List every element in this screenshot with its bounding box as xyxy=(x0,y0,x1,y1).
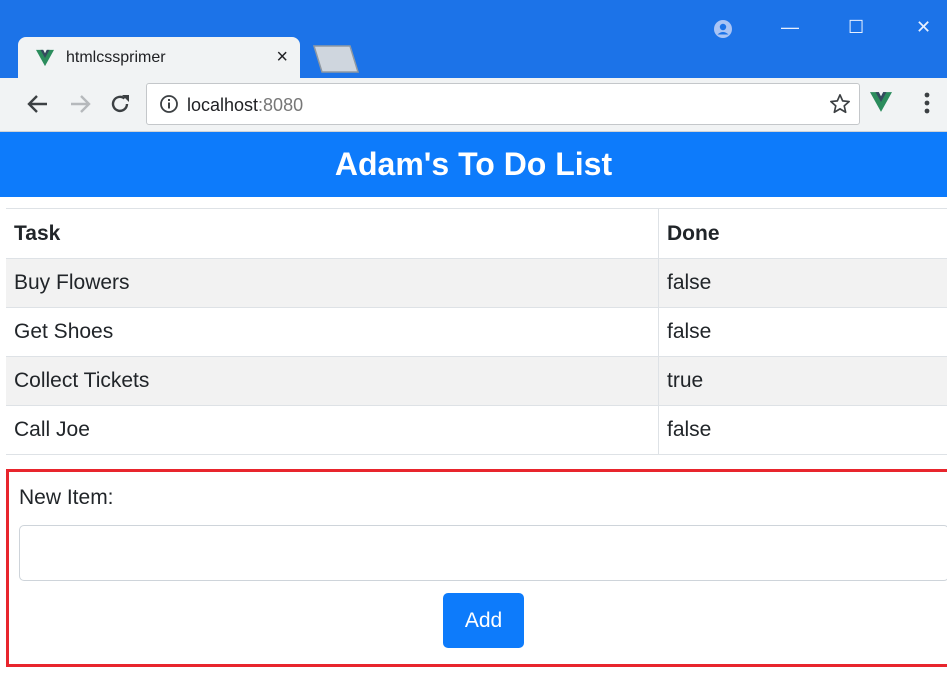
page-title: Adam's To Do List xyxy=(0,132,947,197)
tab-close-icon[interactable]: × xyxy=(276,47,288,67)
address-bar[interactable]: localhost:8080 xyxy=(146,83,860,125)
back-button[interactable] xyxy=(24,90,52,118)
task-cell: Get Shoes xyxy=(6,307,659,357)
forward-button[interactable] xyxy=(66,90,94,118)
table-row: Buy Flowers false xyxy=(6,258,947,308)
reload-button[interactable] xyxy=(106,90,134,118)
browser-tab[interactable]: htmlcssprimer × xyxy=(18,37,300,78)
back-arrow-icon xyxy=(27,95,47,113)
vue-favicon-icon xyxy=(36,49,54,66)
title-bar: htmlcssprimer × — ☐ ✕ xyxy=(0,0,947,78)
browser-toolbar: localhost:8080 xyxy=(0,78,947,132)
tab-title: htmlcssprimer xyxy=(66,48,166,66)
new-tab-button[interactable] xyxy=(312,45,360,73)
reload-icon xyxy=(111,95,129,113)
maximize-icon[interactable]: ☐ xyxy=(848,18,864,36)
task-cell: Collect Tickets xyxy=(6,356,659,406)
done-cell: true xyxy=(658,356,947,406)
new-item-label: New Item: xyxy=(19,486,114,509)
star-icon[interactable] xyxy=(829,93,851,115)
table-row: Call Joe false xyxy=(6,405,947,455)
minimize-icon[interactable]: — xyxy=(781,18,799,36)
table-header-row: Task Done xyxy=(6,208,947,259)
todo-table: Task Done Buy Flowers false Get Shoes fa… xyxy=(6,208,947,455)
done-cell: false xyxy=(658,258,947,308)
table-row: Get Shoes false xyxy=(6,307,947,357)
column-header-task: Task xyxy=(6,208,659,259)
add-button[interactable]: Add xyxy=(443,593,524,648)
forward-arrow-icon xyxy=(71,95,91,113)
vue-extension-icon[interactable] xyxy=(870,91,892,113)
new-item-form: New Item: Add xyxy=(6,469,947,667)
url-port: :8080 xyxy=(258,95,304,115)
close-window-icon[interactable]: ✕ xyxy=(916,18,931,36)
table-row: Collect Tickets true xyxy=(6,356,947,406)
column-header-done: Done xyxy=(658,208,947,259)
menu-dots-icon[interactable] xyxy=(920,90,934,116)
task-cell: Buy Flowers xyxy=(6,258,659,308)
new-item-input[interactable] xyxy=(19,525,947,581)
info-icon[interactable] xyxy=(159,94,179,114)
done-cell: false xyxy=(658,405,947,455)
profile-icon[interactable] xyxy=(713,19,733,39)
url-text: localhost:8080 xyxy=(187,95,303,116)
browser-window: htmlcssprimer × — ☐ ✕ localhost:8080 Ada… xyxy=(0,0,947,677)
page-content: Adam's To Do List Task Done Buy Flowers … xyxy=(0,132,947,677)
task-cell: Call Joe xyxy=(6,405,659,455)
url-host: localhost xyxy=(187,95,259,115)
done-cell: false xyxy=(658,307,947,357)
